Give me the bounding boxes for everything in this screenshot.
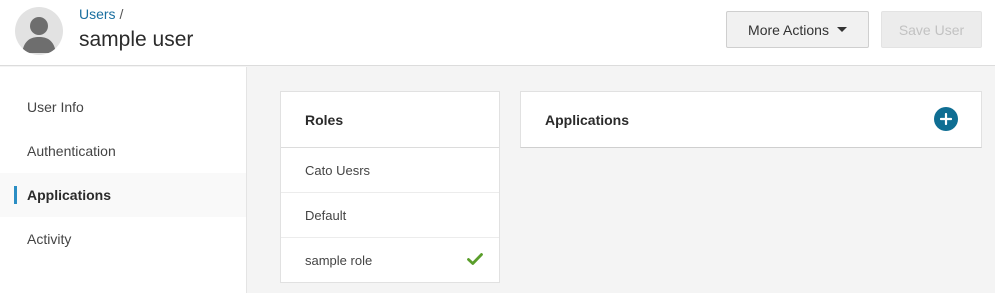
breadcrumb-users-link[interactable]: Users <box>79 6 116 22</box>
sidebar-item-user-info[interactable]: User Info <box>0 85 246 129</box>
page-header: Users / sample user More Actions Save Us… <box>0 0 995 66</box>
page-title: sample user <box>79 28 194 51</box>
sidebar-item-label: Activity <box>27 231 72 247</box>
role-label: Cato Uesrs <box>305 162 371 178</box>
sidebar: User Info Authentication Applications Ac… <box>0 67 247 293</box>
checkmark-icon <box>467 253 483 265</box>
roles-panel: Roles Cato Uesrs Default sample role <box>280 91 500 283</box>
role-label: Default <box>305 207 347 223</box>
sidebar-item-authentication[interactable]: Authentication <box>0 129 246 173</box>
role-item-default[interactable]: Default <box>281 193 499 238</box>
roles-heading: Roles <box>281 92 499 148</box>
add-application-button[interactable] <box>934 107 958 131</box>
sidebar-item-label: User Info <box>27 99 84 115</box>
caret-down-icon <box>836 27 847 32</box>
breadcrumb-separator: / <box>115 6 124 22</box>
breadcrumb: Users / <box>79 6 123 22</box>
sidebar-item-label: Applications <box>27 187 112 203</box>
sidebar-item-activity[interactable]: Activity <box>0 217 246 261</box>
role-item-sample-role[interactable]: sample role <box>281 238 499 283</box>
user-icon <box>22 17 56 53</box>
role-item-cato-uesrs[interactable]: Cato Uesrs <box>281 148 499 193</box>
sidebar-item-applications[interactable]: Applications <box>0 173 246 217</box>
save-user-button[interactable]: Save User <box>881 11 982 48</box>
applications-heading: Applications <box>545 112 630 128</box>
plus-icon <box>940 113 952 125</box>
applications-panel: Applications <box>520 91 982 148</box>
more-actions-label: More Actions <box>748 21 829 38</box>
sidebar-item-label: Authentication <box>27 143 116 159</box>
more-actions-button[interactable]: More Actions <box>726 11 869 48</box>
role-label: sample role <box>305 253 373 268</box>
avatar <box>15 7 63 55</box>
save-user-label: Save User <box>898 21 965 38</box>
